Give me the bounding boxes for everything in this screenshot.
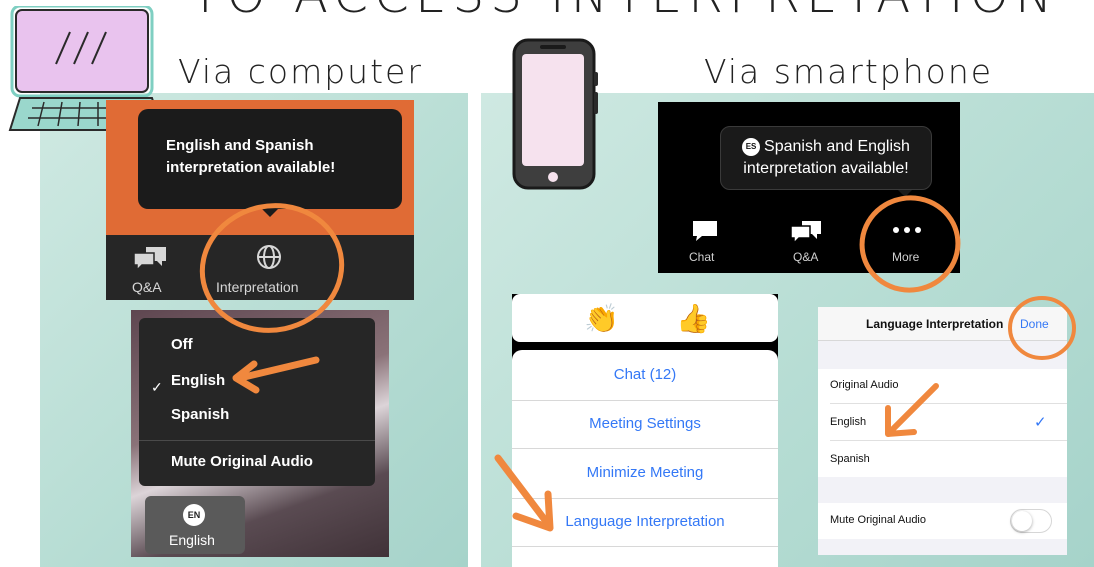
menu-item-spanish[interactable]: Spanish xyxy=(171,406,229,423)
language-badge: EN xyxy=(183,504,205,526)
via-computer-heading: Via computer xyxy=(178,52,423,91)
done-button[interactable]: Done xyxy=(1020,317,1049,331)
language-button[interactable]: EN English xyxy=(145,496,245,554)
interpretation-tooltip: English and Spanish interpretation avail… xyxy=(138,109,402,209)
more-button-label[interactable]: More xyxy=(892,250,919,264)
divider xyxy=(830,403,1067,404)
qa-button-label[interactable]: Q&A xyxy=(793,250,818,264)
action-sheet: Chat (12) Meeting Settings Minimize Meet… xyxy=(512,350,778,567)
option-spanish[interactable]: Spanish xyxy=(830,453,870,465)
reactions-bar: 👏 👍 xyxy=(512,294,778,342)
settings-nav-bar: Language Interpretation Done xyxy=(818,307,1067,341)
divider xyxy=(512,498,778,499)
divider xyxy=(512,546,778,547)
divider xyxy=(512,448,778,449)
language-button-label: English xyxy=(169,532,215,548)
option-english[interactable]: English xyxy=(830,416,866,428)
chat-button-label[interactable]: Chat xyxy=(689,250,714,264)
tooltip-line-1: Spanish and English xyxy=(764,138,910,155)
globe-icon[interactable] xyxy=(255,243,283,271)
smartphone-language-settings-screenshot: Language Interpretation Done Original Au… xyxy=(818,307,1067,555)
chat-icon[interactable] xyxy=(692,220,718,242)
smartphone-more-menu-screenshot: 👏 👍 Chat (12) Meeting Settings Minimize … xyxy=(512,294,778,567)
tooltip-caret xyxy=(261,208,279,217)
smartphone-icon xyxy=(512,38,598,190)
qa-icon[interactable] xyxy=(132,245,168,271)
page-title: TO ACCESS INTERPRETATION xyxy=(190,0,1058,24)
audio-options-group: Original Audio English ✓ Spanish xyxy=(818,369,1067,477)
action-minimize-meeting[interactable]: Minimize Meeting xyxy=(512,464,778,481)
menu-item-mute-original-audio[interactable]: Mute Original Audio xyxy=(171,453,313,470)
mute-original-audio-label: Mute Original Audio xyxy=(830,514,926,526)
qa-button-label[interactable]: Q&A xyxy=(132,279,162,295)
phone-interpretation-tooltip: ES Spanish and English interpretation ava… xyxy=(720,126,932,190)
more-icon[interactable] xyxy=(892,226,922,234)
clap-reaction[interactable]: 👏 xyxy=(584,302,619,335)
via-smartphone-heading: Via smartphone xyxy=(704,52,994,91)
language-menu: Off ✓ English Spanish Mute Original Audi… xyxy=(139,318,375,486)
toggle-knob xyxy=(1012,511,1032,531)
smartphone-toolbar-screenshot: ES Spanish and English interpretation ava… xyxy=(658,102,960,273)
divider xyxy=(830,440,1067,441)
tooltip-caret xyxy=(898,190,912,197)
check-icon: ✓ xyxy=(151,379,163,395)
settings-title: Language Interpretation xyxy=(866,317,1004,331)
language-badge: ES xyxy=(742,138,761,156)
qa-icon[interactable] xyxy=(790,220,822,244)
tooltip-line-2: interpretation available! xyxy=(743,160,909,177)
option-original-audio[interactable]: Original Audio xyxy=(830,379,899,391)
divider xyxy=(512,400,778,401)
computer-language-menu-screenshot: Off ✓ English Spanish Mute Original Audi… xyxy=(131,310,389,557)
menu-divider xyxy=(139,440,375,441)
tooltip-line-2: interpretation available! xyxy=(166,159,336,176)
menu-item-english[interactable]: English xyxy=(171,372,225,389)
computer-toolbar-screenshot: English and Spanish interpretation avail… xyxy=(106,100,414,300)
tooltip-line-1: English and Spanish xyxy=(166,137,314,154)
interpretation-button-label[interactable]: Interpretation xyxy=(216,279,299,295)
mute-group: Mute Original Audio xyxy=(818,503,1067,539)
action-meeting-settings[interactable]: Meeting Settings xyxy=(512,415,778,432)
check-icon: ✓ xyxy=(1034,414,1047,431)
action-chat[interactable]: Chat (12) xyxy=(512,366,778,383)
toggle-switch[interactable] xyxy=(1010,509,1052,533)
thumbs-up-reaction[interactable]: 👍 xyxy=(676,302,711,335)
menu-item-off[interactable]: Off xyxy=(171,336,193,353)
action-language-interpretation[interactable]: Language Interpretation xyxy=(512,513,778,530)
